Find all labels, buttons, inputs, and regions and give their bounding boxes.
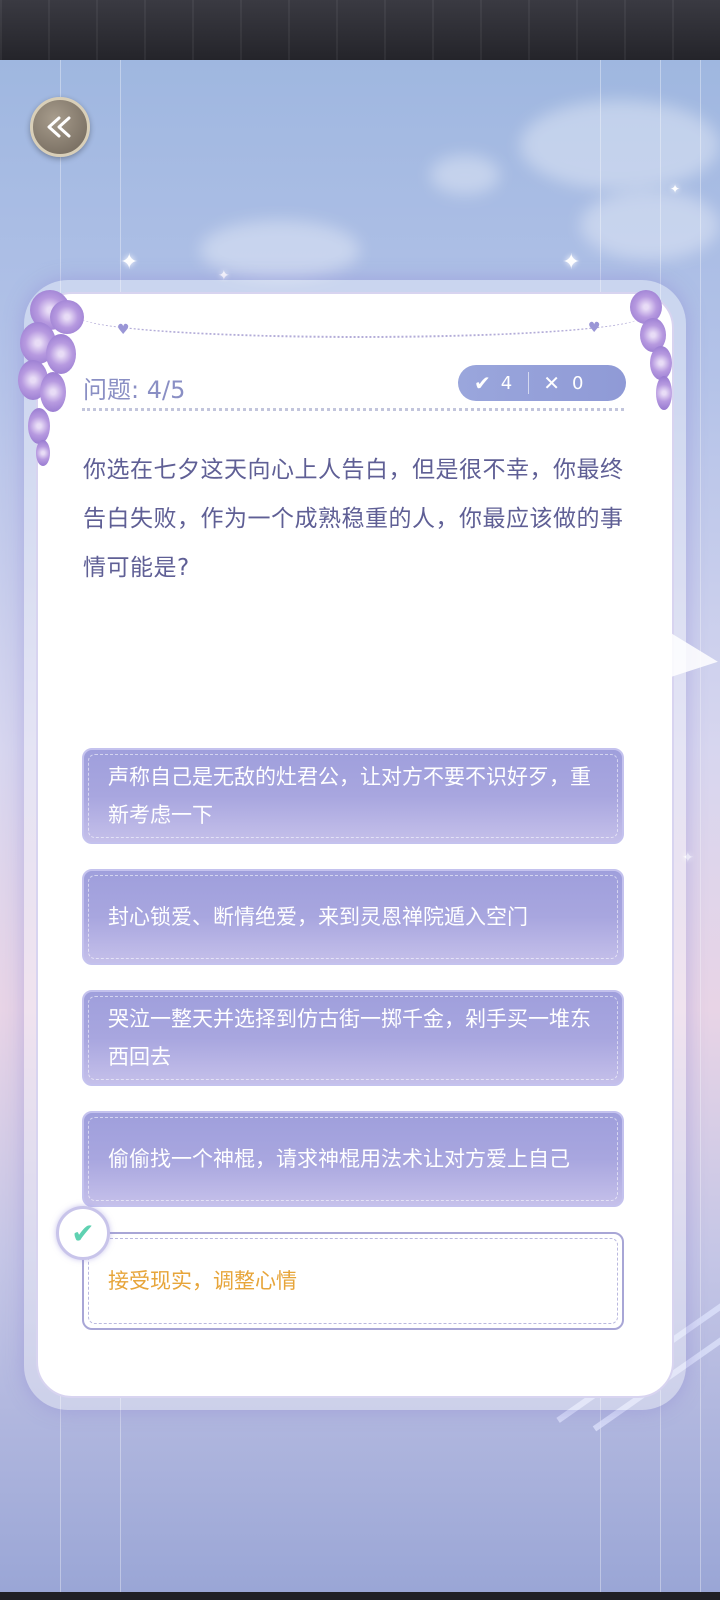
correct-count: 4 — [500, 372, 513, 394]
sparkle-icon: ✦ — [120, 250, 139, 275]
garland-decoration — [80, 296, 640, 338]
answer-option-label: 哭泣一整天并选择到仿古街一掷千金，剁手买一堆东西回去 — [108, 1007, 591, 1069]
score-divider — [528, 372, 530, 394]
answer-option-label: 封心锁爱、断情绝爱，来到灵恩禅院遁入空门 — [108, 905, 528, 929]
answer-option-label: 声称自己是无敌的灶君公，让对方不要不识好歹，重新考虑一下 — [108, 765, 591, 827]
sparkle-icon: ✦ — [562, 250, 581, 275]
question-text: 你选在七夕这天向心上人告白，但是很不幸，你最终告白失败，作为一个成熟稳重的人，你… — [83, 457, 624, 581]
bottom-strip — [0, 1592, 720, 1600]
wrong-count: 0 — [571, 372, 584, 394]
heart-icon: ♥ — [117, 322, 130, 338]
selected-check-icon: ✔ — [56, 1206, 110, 1260]
answer-option-3[interactable]: 哭泣一整天并选择到仿古街一掷千金，剁手买一堆东西回去 — [82, 990, 624, 1086]
answer-option-2[interactable]: 封心锁爱、断情绝爱，来到灵恩禅院遁入空门 — [82, 869, 624, 965]
question-progress-label: 问题: 4/5 — [83, 376, 186, 404]
heart-icon: ♥ — [588, 320, 601, 336]
answer-option-label: 接受现实，调整心情 — [108, 1269, 297, 1293]
answer-option-4[interactable]: 偷偷找一个神棍，请求神棍用法术让对方爱上自己 — [82, 1111, 624, 1207]
back-arrow-icon — [47, 116, 71, 138]
top-background-strip — [0, 0, 720, 60]
answer-option-5-selected[interactable]: 接受现实，调整心情 — [82, 1232, 624, 1330]
score-badge: ✔ 4 ✕ 0 — [458, 365, 626, 401]
sparkle-icon: ✦ — [670, 182, 681, 196]
answer-option-label: 偷偷找一个神棍，请求神棍用法术让对方爱上自己 — [108, 1147, 570, 1171]
back-button[interactable] — [30, 97, 90, 157]
answer-option-1[interactable]: 声称自己是无敌的灶君公，让对方不要不识好歹，重新考虑一下 — [82, 748, 624, 844]
check-icon: ✔ — [474, 371, 491, 395]
dotted-divider — [82, 408, 624, 411]
close-icon: ✕ — [543, 371, 560, 395]
